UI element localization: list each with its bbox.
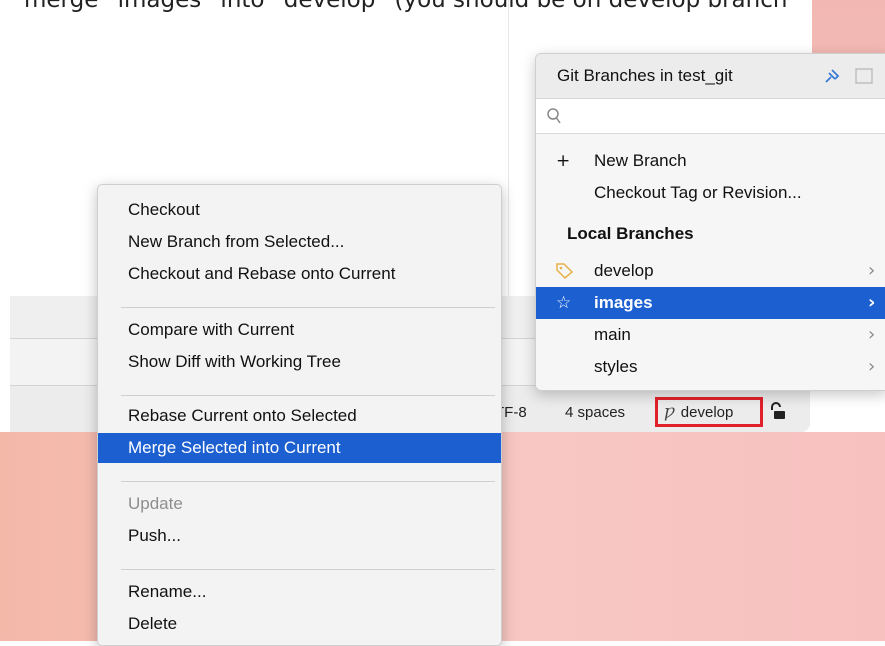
git-branches-popup: Git Branches in test_git + New Branch Ch… <box>535 53 885 391</box>
menu-separator <box>121 569 495 570</box>
pin-icon[interactable] <box>823 68 841 84</box>
unlock-icon[interactable] <box>769 402 785 420</box>
tag-icon <box>556 263 574 279</box>
section-local-branches: Local Branches <box>567 224 694 243</box>
popup-title: Git Branches in test_git <box>557 66 733 85</box>
menu-item-push[interactable]: Push... <box>98 521 501 551</box>
menu-item-merge-selected-into-current[interactable]: Merge Selected into Current <box>98 433 501 463</box>
branch-search-input[interactable] <box>570 104 874 128</box>
menu-separator <box>121 481 495 482</box>
expand-icon[interactable] <box>855 68 873 84</box>
menu-separator <box>121 395 495 396</box>
menu-item-update[interactable]: Update <box>98 489 501 519</box>
branch-search-bar <box>536 99 885 134</box>
menu-item-rename[interactable]: Rename... <box>98 577 501 607</box>
branch-context-menu: Checkout New Branch from Selected... Che… <box>97 184 502 646</box>
menu-item-checkout[interactable]: Checkout <box>98 195 501 225</box>
menu-item-delete[interactable]: Delete <box>98 609 501 639</box>
branch-item-develop[interactable]: develop › <box>536 255 885 287</box>
star-icon: ☆ <box>556 293 572 313</box>
menu-item-rebase-current-onto-selected[interactable]: Rebase Current onto Selected <box>98 401 501 431</box>
menu-item-checkout-and-rebase[interactable]: Checkout and Rebase onto Current <box>98 259 501 289</box>
editor-divider <box>508 0 509 296</box>
chevron-right-icon: › <box>868 292 876 313</box>
status-branch-label: develop <box>680 403 734 421</box>
git-branch-icon: ƿ <box>664 402 675 422</box>
chevron-right-icon: › <box>868 260 876 281</box>
menu-item-compare-with-current[interactable]: Compare with Current <box>98 315 501 345</box>
branch-item-styles[interactable]: styles › <box>536 351 885 383</box>
menu-separator <box>121 307 495 308</box>
action-new-branch[interactable]: + New Branch <box>536 145 885 177</box>
status-indent[interactable]: 4 spaces <box>565 404 625 421</box>
chevron-right-icon: › <box>868 356 876 377</box>
chevron-right-icon: › <box>868 324 876 345</box>
menu-item-show-diff[interactable]: Show Diff with Working Tree <box>98 347 501 377</box>
plus-icon: + <box>556 151 571 171</box>
branch-item-main[interactable]: main › <box>536 319 885 351</box>
branch-item-images[interactable]: ☆ images › <box>536 287 885 319</box>
search-icon <box>547 108 561 124</box>
popup-header: Git Branches in test_git <box>536 54 885 99</box>
instruction-caption: merge “images” into “develop” (you shoul… <box>24 0 788 13</box>
status-branch-widget[interactable]: ƿ develop <box>655 397 763 427</box>
action-checkout-tag-or-revision[interactable]: Checkout Tag or Revision... <box>536 177 885 209</box>
menu-item-new-branch-from-selected[interactable]: New Branch from Selected... <box>98 227 501 257</box>
